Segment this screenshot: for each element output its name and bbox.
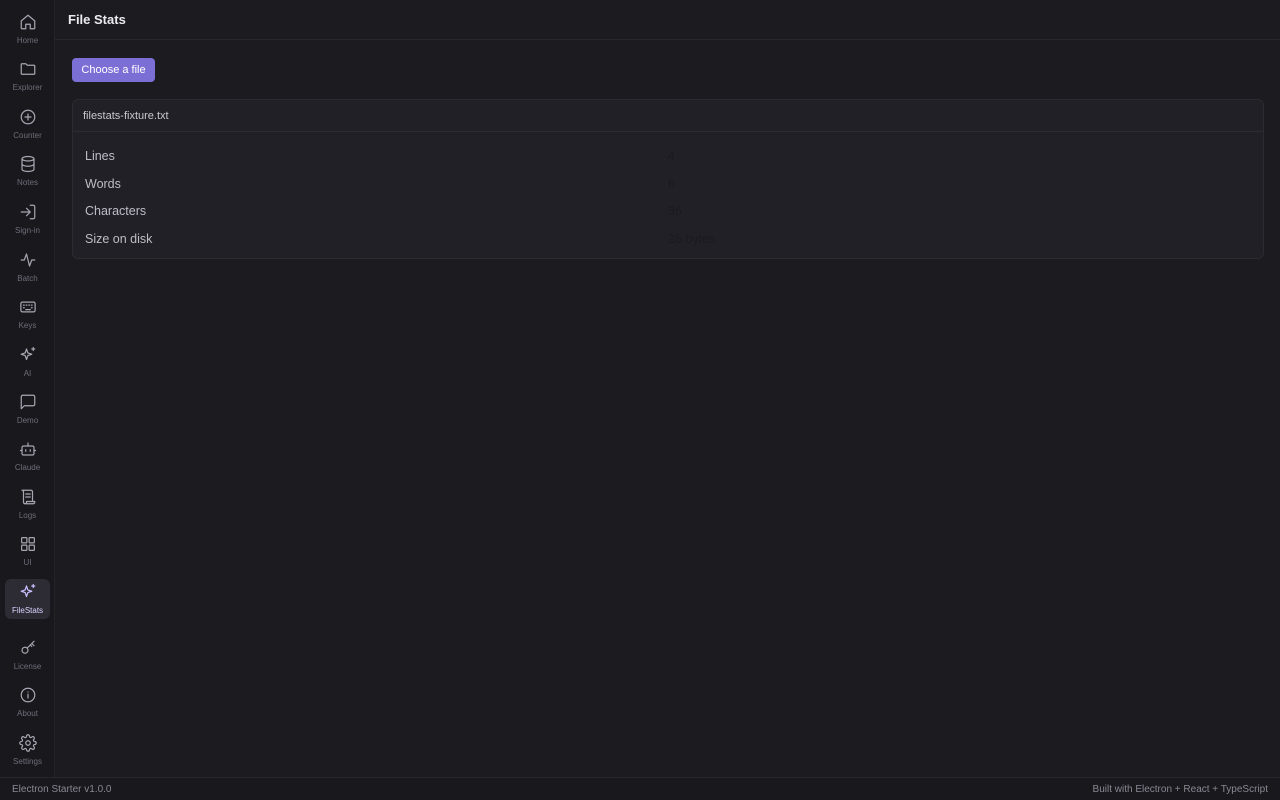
stat-value: 36: [668, 204, 682, 219]
bot-icon: [18, 439, 38, 459]
sparkles-icon: [18, 345, 38, 365]
sidebar-item-label: Home: [16, 36, 39, 45]
built-with-text: Built with Electron + React + TypeScript: [1092, 783, 1268, 795]
sidebar-item-ui[interactable]: UI: [5, 531, 50, 571]
page-header: File Stats: [55, 0, 1280, 40]
sparkles-icon: [18, 582, 38, 602]
sidebar-item-label: License: [13, 662, 42, 671]
sidebar-item-label: About: [17, 709, 38, 718]
sidebar-item-label: Explorer: [12, 83, 43, 92]
card-header: filestats-fixture.txt: [73, 100, 1263, 132]
sidebar-item-logs[interactable]: Logs: [5, 484, 50, 524]
stat-label: Size on disk: [85, 231, 153, 246]
plus-circle-icon: [18, 107, 38, 127]
file-name: filestats-fixture.txt: [83, 109, 169, 122]
stat-value: 6: [668, 176, 675, 191]
sidebar-item-batch[interactable]: Batch: [5, 247, 50, 287]
sidebar-item-label: Demo: [16, 416, 39, 425]
stat-label: Lines: [85, 148, 115, 163]
sidebar-item-counter[interactable]: Counter: [5, 104, 50, 144]
status-bar: Electron Starter v1.0.0 Built with Elect…: [0, 777, 1280, 800]
sidebar-item-keys[interactable]: Keys: [5, 294, 50, 334]
keyboard-icon: [18, 297, 38, 317]
stats-list: Lines 4 Words 6 Characters 36 Size on di…: [73, 132, 1263, 253]
sidebar-item-label: AI: [23, 369, 32, 378]
sidebar-item-label: Sign-in: [15, 226, 40, 235]
sidebar-item-license[interactable]: License: [5, 635, 50, 675]
file-stats-card: filestats-fixture.txt Lines 4 Words 6 Ch…: [72, 99, 1264, 259]
sidebar-item-label: Notes: [17, 178, 38, 187]
home-icon: [18, 12, 38, 32]
grid-icon: [18, 534, 38, 554]
sidebar-item-settings[interactable]: Settings: [5, 730, 50, 770]
folder-icon: [18, 59, 38, 79]
activity-icon: [18, 250, 38, 270]
sidebar-item-home[interactable]: Home: [5, 9, 50, 49]
app-version: Electron Starter v1.0.0: [12, 783, 112, 795]
stat-value: 36 bytes: [668, 231, 716, 246]
stat-row-words: Words 6: [85, 170, 1251, 198]
sidebar-item-label: Logs: [18, 511, 37, 520]
stat-label: Words: [85, 176, 121, 191]
sidebar-item-label: Batch: [17, 274, 38, 283]
sidebar-item-demo[interactable]: Demo: [5, 389, 50, 429]
sidebar-item-label: Claude: [14, 463, 41, 472]
sidebar-item-label: Keys: [18, 321, 37, 330]
stat-value: 4: [668, 148, 675, 163]
sidebar-item-notes[interactable]: Notes: [5, 151, 50, 191]
sidebar-item-label: FileStats: [11, 606, 44, 615]
sidebar-item-label: Counter: [13, 131, 42, 140]
sidebar-item-explorer[interactable]: Explorer: [5, 56, 50, 96]
sidebar: Home Explorer Counter Notes Sign-in Batc…: [0, 0, 55, 777]
scroll-icon: [18, 487, 38, 507]
database-icon: [18, 154, 38, 174]
sidebar-item-sign-in[interactable]: Sign-in: [5, 199, 50, 239]
page-title: File Stats: [68, 12, 126, 27]
gear-icon: [18, 733, 38, 753]
key-icon: [18, 638, 38, 658]
stat-row-size: Size on disk 36 bytes: [85, 225, 1251, 253]
message-square-icon: [18, 392, 38, 412]
sidebar-item-filestats[interactable]: FileStats: [5, 579, 50, 619]
sign-in-icon: [18, 202, 38, 222]
sidebar-item-label: UI: [23, 558, 32, 567]
sidebar-item-label: Settings: [13, 757, 42, 766]
sidebar-item-claude[interactable]: Claude: [5, 436, 50, 476]
info-icon: [18, 685, 38, 705]
app-window: Home Explorer Counter Notes Sign-in Batc…: [0, 0, 1280, 800]
stat-row-characters: Characters 36: [85, 197, 1251, 225]
stat-label: Characters: [85, 204, 147, 219]
sidebar-item-about[interactable]: About: [5, 682, 50, 722]
choose-file-button[interactable]: Choose a file: [72, 58, 155, 82]
sidebar-item-ai[interactable]: AI: [5, 342, 50, 382]
stat-row-lines: Lines 4: [85, 142, 1251, 170]
